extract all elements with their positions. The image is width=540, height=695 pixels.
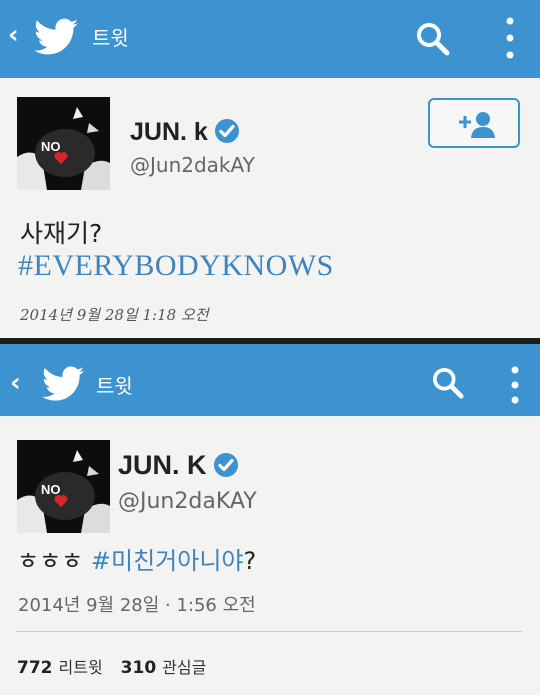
retweets-count[interactable]: 772 — [17, 658, 53, 678]
verified-badge-icon — [213, 452, 238, 477]
retweets-label[interactable]: 리트윗 — [59, 658, 103, 677]
tweet-panel-2: ‹ 트윗 NO JUN. K @Jun2daKAY ㅎㅎㅎ #미친거아니야? 2… — [0, 344, 540, 695]
tweet-text: ㅎㅎㅎ #미친거아니야? — [17, 547, 257, 575]
avatar-shirt-text: NO — [41, 139, 61, 154]
favorites-label[interactable]: 관심글 — [162, 658, 206, 677]
avatar[interactable]: NO — [17, 440, 110, 533]
back-icon[interactable]: ‹ — [10, 368, 21, 398]
twitter-bird-icon[interactable] — [34, 18, 78, 56]
tweet-text: 사재기? — [20, 219, 103, 248]
search-icon[interactable] — [432, 367, 464, 399]
hashtag-link[interactable]: #EVERYBODYKNOWS — [18, 249, 334, 283]
hashtag-link[interactable]: #미친거아니야 — [91, 547, 244, 575]
favorites-count[interactable]: 310 — [121, 658, 157, 678]
tweet-panel-1: ‹ 트윗 NO JUN. k @Jun2dakAY 사재기? #EVERYBOD… — [0, 0, 540, 338]
top-app-bar: ‹ 트윗 — [0, 0, 540, 78]
display-name[interactable]: JUN. K — [118, 450, 239, 481]
twitter-bird-icon[interactable] — [42, 366, 84, 402]
overflow-menu-icon[interactable] — [511, 365, 519, 405]
verified-badge-icon — [214, 119, 239, 144]
back-icon[interactable]: ‹ — [8, 20, 19, 50]
user-handle[interactable]: @Jun2dakAY — [130, 153, 255, 177]
user-handle[interactable]: @Jun2daKAY — [118, 489, 257, 514]
screen-title: 트윗 — [92, 26, 129, 50]
tweet-stats: 772 리트윗 310 관심글 — [17, 654, 224, 678]
avatar-shirt-text: NO — [41, 482, 61, 497]
search-icon[interactable] — [416, 22, 450, 56]
tweet-timestamp: 2014년 9월 28일 1:18 오전 — [20, 306, 209, 324]
display-name[interactable]: JUN. k — [130, 118, 240, 147]
top-app-bar: ‹ 트윗 — [0, 344, 540, 416]
tweet-timestamp: 2014년 9월 28일 · 1:56 오전 — [18, 595, 256, 616]
overflow-menu-icon[interactable] — [506, 16, 514, 60]
screen-title: 트윗 — [96, 374, 133, 398]
divider — [16, 631, 522, 632]
follow-button[interactable] — [428, 98, 520, 148]
follow-user-icon — [459, 112, 495, 138]
avatar[interactable]: NO — [17, 97, 110, 190]
